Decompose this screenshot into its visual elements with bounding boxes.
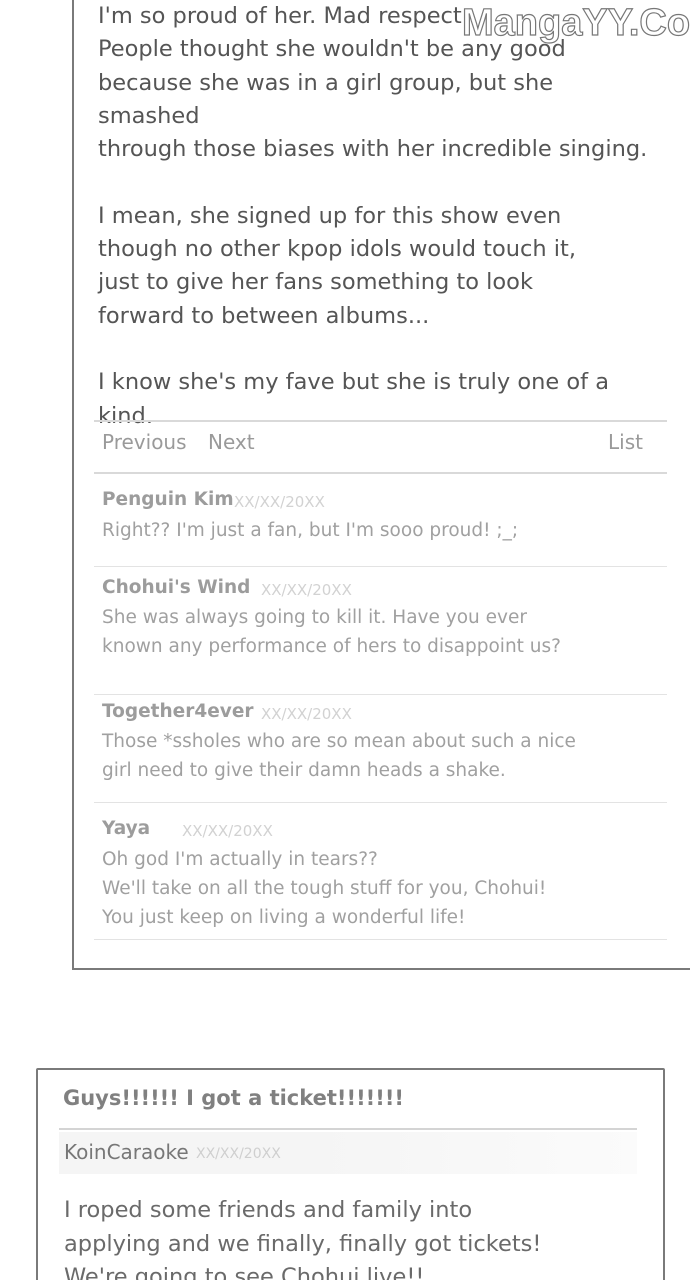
comment-item: Together4ever XX/XX/20XX Those *ssholes … bbox=[94, 694, 667, 803]
comment-date: XX/XX/20XX bbox=[182, 822, 273, 840]
comment-item: Yaya XX/XX/20XX Oh god I'm actually in t… bbox=[94, 802, 667, 940]
previous-link[interactable]: Previous bbox=[102, 430, 187, 454]
post-meta-bar: KoinCaraoke XX/XX/20XX bbox=[59, 1132, 637, 1174]
post-author[interactable]: KoinCaraoke bbox=[64, 1140, 189, 1164]
post-date: XX/XX/20XX bbox=[196, 1146, 281, 1162]
post-body: I roped some friends and family into app… bbox=[64, 1197, 542, 1280]
post-body: I'm so proud of her. Mad respect. People… bbox=[98, 0, 658, 466]
comment-item: Penguin Kim XX/XX/20XX Right?? I'm just … bbox=[94, 472, 667, 567]
comment-author[interactable]: Chohui's Wind bbox=[102, 577, 250, 598]
webtoon-page: MangaYY.Com I'm so proud of her. Mad res… bbox=[0, 0, 690, 1280]
comment-item: Chohui's Wind XX/XX/20XX She was always … bbox=[94, 566, 667, 695]
comment-author[interactable]: Yaya bbox=[102, 818, 150, 839]
post-paragraph: I mean, she signed up for this show even… bbox=[98, 202, 576, 329]
comment-date: XX/XX/20XX bbox=[261, 705, 352, 723]
comment-text: Right?? I'm just a fan, but I'm sooo pro… bbox=[102, 520, 519, 541]
title-divider bbox=[59, 1128, 637, 1130]
list-link[interactable]: List bbox=[608, 430, 643, 454]
post-navigation-bar: Previous Next List bbox=[94, 420, 667, 474]
comment-date: XX/XX/20XX bbox=[261, 581, 352, 599]
site-watermark: MangaYY.Com bbox=[461, 1, 690, 44]
comment-date: XX/XX/20XX bbox=[234, 493, 325, 511]
forum-post-card: Guys!!!!!! I got a ticket!!!!!!! KoinCar… bbox=[36, 1068, 665, 1280]
comment-text: Oh god I'm actually in tears?? We'll tak… bbox=[102, 849, 547, 928]
comment-author[interactable]: Together4ever bbox=[102, 701, 254, 722]
comment-text: She was always going to kill it. Have yo… bbox=[102, 607, 561, 657]
comment-author[interactable]: Penguin Kim bbox=[102, 489, 234, 510]
post-title[interactable]: Guys!!!!!! I got a ticket!!!!!!! bbox=[63, 1086, 404, 1110]
next-link[interactable]: Next bbox=[208, 430, 255, 454]
comment-text: Those *ssholes who are so mean about suc… bbox=[102, 731, 576, 781]
